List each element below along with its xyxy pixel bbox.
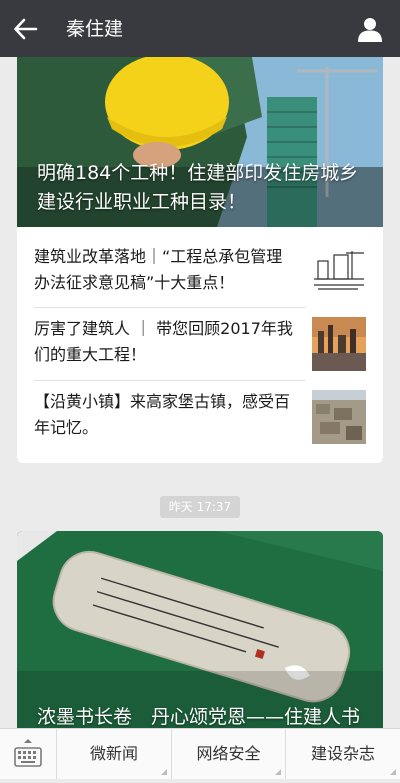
list-item-title: 【沿黄小镇】来高家堡古镇，感受百年记忆。 [34,392,291,437]
menu-item-security[interactable]: 网络安全 [172,729,286,779]
profile-button[interactable] [357,16,383,42]
timestamp-badge: 昨天 17:37 [160,496,240,518]
list-item-thumbnail [312,245,366,299]
menu-item-magazine[interactable]: 建设杂志 [286,729,400,779]
arrow-left-icon [14,18,38,40]
bottom-menu: 微新闻 网络安全 建设杂志 [0,728,400,779]
menu-item-news[interactable]: 微新闻 [57,729,172,779]
divider [34,307,306,308]
hero-title: 明确184个工种！住建部印发住房城乡建设行业职业工种目录！ [37,162,359,213]
top-bar: 秦住建 [0,0,400,57]
hero-article[interactable]: 浓墨书长卷 丹心颂党恩——住建人书法作品讴歌新时代 [17,531,383,761]
list-item-title: 建筑业改革落地｜“工程总承包管理办法征求意见稿”十大重点！ [34,247,283,292]
divider [34,380,306,381]
submenu-indicator-icon [161,769,167,775]
person-icon [358,18,382,42]
list-item-title: 厉害了建筑人 ｜ 带您回顾2017年我们的重大工程！ [34,319,293,364]
list-item-thumbnail [312,390,366,444]
submenu-indicator-icon [275,769,281,775]
menu-item-label: 微新闻 [89,744,138,763]
list-item[interactable]: 厉害了建筑人 ｜ 带您回顾2017年我们的重大工程！ [34,309,366,381]
list-item[interactable]: 【沿黄小镇】来高家堡古镇，感受百年记忆。 [34,382,366,454]
menu-item-label: 建设杂志 [310,744,375,763]
hero-article[interactable]: 明确184个工种！住建部印发住房城乡建设行业职业工种目录！ [17,57,383,227]
menu-item-label: 网络安全 [196,744,261,763]
keyboard-toggle-button[interactable] [0,729,57,779]
article-card: 浓墨书长卷 丹心颂党恩——住建人书法作品讴歌新时代 [17,531,383,761]
article-card: 明确184个工种！住建部印发住房城乡建设行业职业工种目录！ 建筑业改革落地｜“工… [17,57,383,463]
page-title: 秦住建 [66,18,124,40]
back-button[interactable] [12,16,40,42]
submenu-indicator-icon [390,769,396,775]
keyboard-icon [14,739,42,767]
list-item[interactable]: 建筑业改革落地｜“工程总承包管理办法征求意见稿”十大重点！ [34,237,366,309]
list-item-thumbnail [312,317,366,371]
